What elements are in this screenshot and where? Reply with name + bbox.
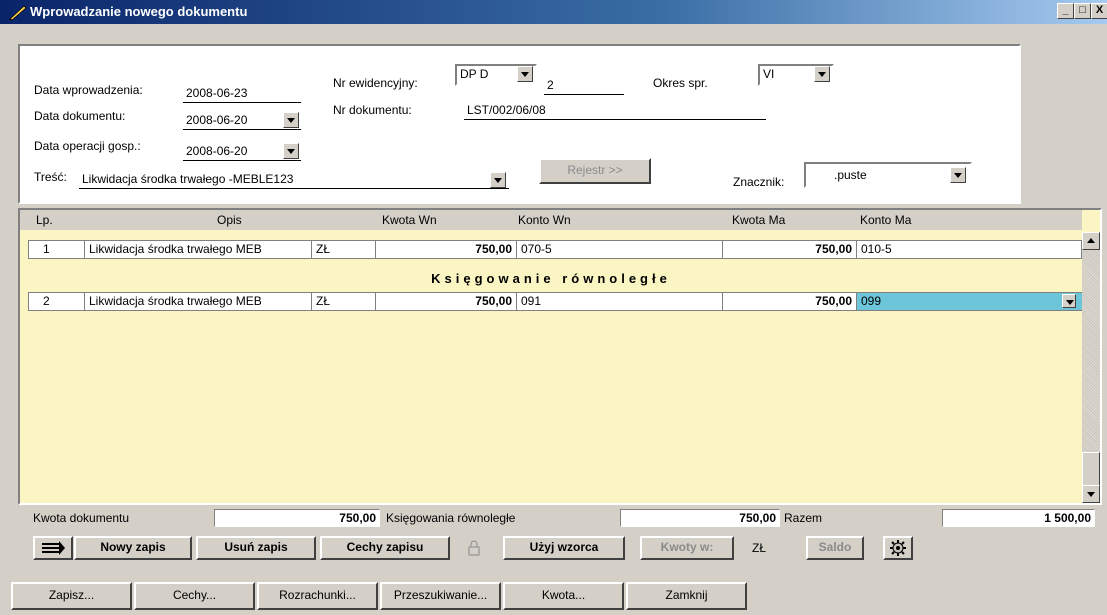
data-dokumentu-underline [183,129,301,130]
row-currency: ZŁ [312,241,376,258]
row-kwota-ma[interactable]: 750,00 [723,293,857,310]
column-lp: Lp. [36,213,53,227]
kwoty-w-button[interactable]: Kwoty w: [640,536,734,560]
column-konto-ma: Konto Ma [860,213,912,227]
ksiegowania-rownolegle-label: Księgowania równoległe [386,511,516,525]
column-opis: Opis [217,213,242,227]
okres-value: VI [763,67,775,81]
nr-ewidencyjny-combo[interactable]: DP D [455,64,537,86]
kwota-dokumentu-value: 750,00 [214,509,380,527]
data-wprowadzenia-value: 2008-06-23 [186,86,248,100]
kwota-button[interactable]: Kwota... [503,582,624,610]
nr-ewidencyjny-value[interactable]: 2 [547,78,554,92]
uzyj-wzorca-button[interactable]: Użyj wzorca [503,536,625,560]
cechy-zapisu-button[interactable]: Cechy zapisu [320,536,450,560]
row-konto-ma-selected[interactable]: 099 [857,293,1082,310]
znacznik-combo[interactable]: .puste [804,162,972,188]
close-button[interactable]: X [1091,3,1107,19]
grid-header: Lp. Opis Kwota Wn Konto Wn Kwota Ma Kont… [20,210,1082,230]
znacznik-label: Znacznik: [733,175,785,189]
nr-dokumentu-field[interactable]: LST/002/06/08 [467,103,546,117]
window-title: Wprowadzanie nowego dokumentu [30,4,248,19]
znacznik-dropdown-button[interactable] [950,167,966,183]
toolbar-currency-label: ZŁ [752,541,767,555]
row-konto-wn[interactable]: 070-5 [517,241,723,258]
row-kwota-wn[interactable]: 750,00 [376,293,517,310]
nr-dokumentu-label: Nr dokumentu: [333,103,412,117]
maximize-button[interactable]: □ [1074,3,1091,19]
column-kwota-wn: Kwota Wn [382,213,437,227]
zapisz-button[interactable]: Zapisz... [11,582,132,610]
razem-label: Razem [784,511,823,525]
row-currency: ZŁ [312,293,376,310]
razem-value: 1 500,00 [942,509,1095,527]
arrows-icon [42,541,65,555]
usun-zapis-button[interactable]: Usuń zapis [196,536,316,560]
data-dokumentu-label: Data dokumentu: [34,109,126,123]
konto-ma-lookup-icon[interactable] [1062,294,1076,308]
parallel-posting-label: Księgowanie równoległe [431,271,671,286]
lock-icon[interactable] [455,536,493,560]
zamknij-button[interactable]: Zamknij [626,582,747,610]
row-lp: 1 [29,241,85,258]
nr-ewidencyjny-label: Nr ewidencyjny: [333,76,418,90]
data-wprowadzenia-label: Data wprowadzenia: [34,83,143,97]
rozrachunki-button[interactable]: Rozrachunki... [257,582,378,610]
scroll-down-arrow-icon[interactable] [1082,485,1100,503]
ledger-grid[interactable]: Lp. Opis Kwota Wn Konto Wn Kwota Ma Kont… [18,208,1102,505]
grid-vertical-scrollbar[interactable] [1082,232,1100,503]
settings-gear-icon[interactable] [883,536,913,560]
row-konto-ma[interactable]: 010-5 [857,241,1082,258]
data-wprowadzenia-underline [183,102,301,103]
menu-toggle-button[interactable] [33,536,73,560]
minimize-button[interactable]: _ [1057,3,1074,19]
data-dokumentu-dropdown-button[interactable] [283,112,299,128]
znacznik-value: .puste [834,168,867,182]
scroll-thumb[interactable] [1082,452,1100,486]
data-operacji-underline [183,160,301,161]
table-row[interactable]: 2 Likwidacja środka trwałego MEB ZŁ 750,… [28,292,1082,311]
row-opis[interactable]: Likwidacja środka trwałego MEB [85,241,312,258]
nr-ewidencyjny-underline [544,94,624,95]
okres-label: Okres spr. [653,76,708,90]
ksiegowania-rownolegle-value: 750,00 [620,509,780,527]
tresc-label: Treść: [34,170,67,184]
kwota-dokumentu-label: Kwota dokumentu [33,511,130,525]
data-dokumentu-field[interactable]: 2008-06-20 [186,113,247,127]
okres-combo[interactable]: VI [758,64,834,86]
document-header-panel: Data wprowadzenia: 2008-06-23 Data dokum… [18,44,1021,204]
row-kwota-wn[interactable]: 750,00 [376,241,517,258]
nr-ewidencyjny-dropdown-button[interactable] [517,66,533,82]
title-bar[interactable]: Wprowadzanie nowego dokumentu _ □ X [0,0,1107,24]
tresc-field[interactable]: Likwidacja środka trwałego -MEBLE123 [82,172,293,186]
pen-icon [9,5,27,21]
table-row[interactable]: 1 Likwidacja środka trwałego MEB ZŁ 750,… [28,240,1082,259]
saldo-button[interactable]: Saldo [806,536,864,560]
column-konto-wn: Konto Wn [518,213,571,227]
data-operacji-dropdown-button[interactable] [283,143,299,159]
row-konto-wn[interactable]: 091 [517,293,723,310]
nr-ewidencyjny-prefix: DP D [460,67,489,81]
data-operacji-label: Data operacji gosp.: [34,139,141,153]
tresc-dropdown-button[interactable] [490,172,506,188]
row-opis[interactable]: Likwidacja środka trwałego MEB [85,293,312,310]
data-operacji-field[interactable]: 2008-06-20 [186,144,247,158]
cechy-button[interactable]: Cechy... [134,582,255,610]
okres-dropdown-button[interactable] [814,66,830,82]
scroll-up-arrow-icon[interactable] [1082,232,1100,250]
przeszukiwanie-button[interactable]: Przeszukiwanie... [380,582,501,610]
rejestr-button[interactable]: Rejestr >> [539,158,651,184]
nowy-zapis-button[interactable]: Nowy zapis [74,536,192,560]
tresc-underline [79,188,509,189]
nr-dokumentu-underline [464,119,766,120]
row-kwota-ma[interactable]: 750,00 [723,241,857,258]
column-kwota-ma: Kwota Ma [732,213,786,227]
row-lp: 2 [29,293,85,310]
